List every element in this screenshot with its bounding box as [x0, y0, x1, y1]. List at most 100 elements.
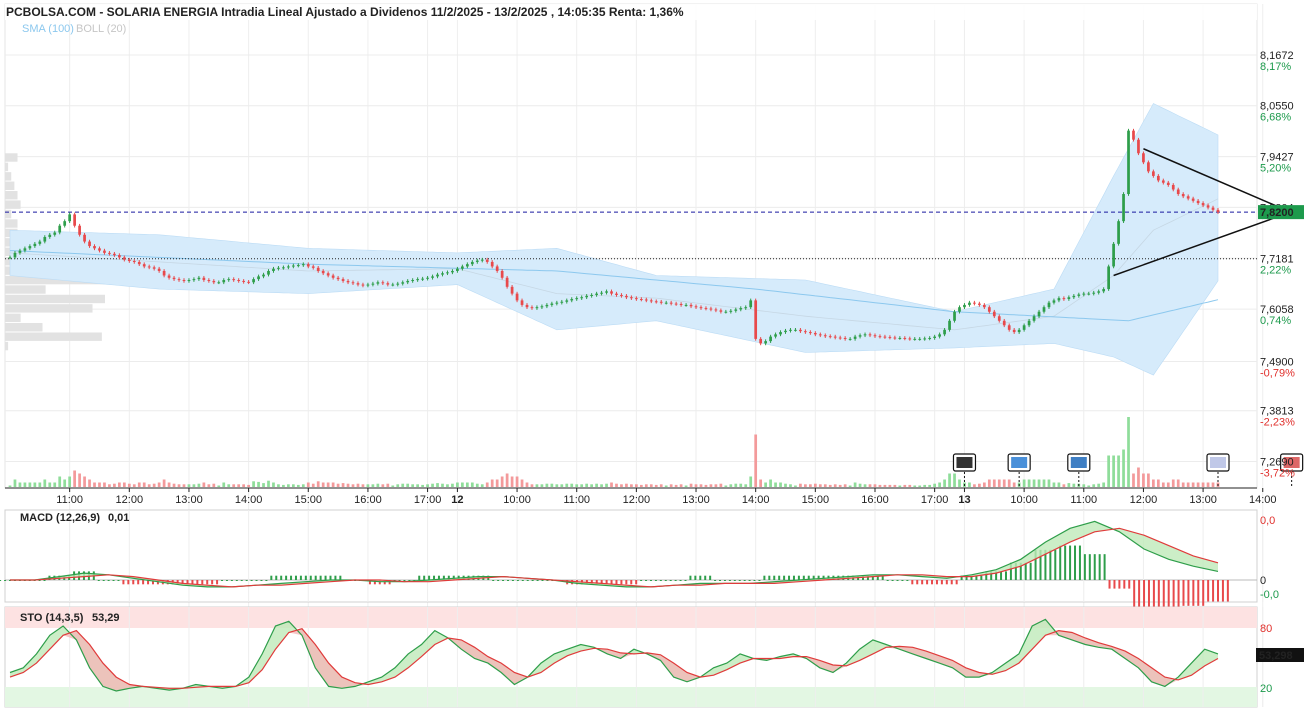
volume-bar [127, 483, 131, 487]
volume-bar [113, 483, 116, 487]
macd-histogram-bar [329, 575, 332, 580]
x-tick-label: 17:00 [414, 494, 442, 506]
sto-tick-80: 80 [1260, 623, 1272, 635]
candle-body [137, 261, 141, 265]
candle-body [456, 268, 459, 271]
volume-bar [137, 482, 141, 487]
candle-body [58, 225, 62, 233]
volume-bar [689, 483, 693, 487]
candle-body [928, 337, 932, 339]
volume-bar [162, 479, 166, 487]
candle-body [446, 272, 449, 274]
volume-profile-bar [5, 200, 21, 209]
volume-bar [1117, 455, 1120, 487]
volume-profile-bar [5, 294, 105, 304]
candle-body [679, 304, 683, 306]
volume-bar [525, 482, 529, 487]
candle-body [689, 304, 693, 307]
candle-body [217, 282, 221, 284]
candle-body [1017, 329, 1021, 333]
candle-body [1127, 130, 1130, 195]
candle-body [371, 283, 375, 285]
volume-bar [878, 484, 882, 487]
candle-body [505, 277, 509, 287]
volume-bar [659, 484, 663, 487]
macd-histogram-bar [674, 580, 677, 581]
volume-bar [217, 485, 221, 487]
macd-histogram-bar [699, 575, 702, 580]
candle-body [421, 278, 424, 280]
candle-body [968, 302, 971, 305]
candle-body [78, 225, 81, 235]
macd-histogram-bar [319, 575, 322, 580]
volume-bar [346, 483, 350, 487]
candle-body [858, 335, 862, 337]
volume-bar [257, 481, 260, 487]
volume-bar [749, 476, 753, 487]
volume-bar [848, 485, 852, 487]
volume-bar [301, 484, 305, 487]
candle-body [13, 252, 17, 258]
candle-body [863, 334, 867, 336]
volume-bar [600, 484, 603, 487]
candle-body [127, 259, 131, 262]
x-tick-label: 15:00 [802, 494, 830, 506]
macd-histogram-bar [664, 580, 667, 581]
volume-profile-bar [5, 153, 18, 162]
volume-profile-bar [5, 162, 9, 172]
x-tick-label: 14:00 [235, 494, 263, 506]
candle-body [659, 301, 663, 303]
macd-histogram-bar [531, 580, 534, 581]
macd-histogram-bar [896, 580, 899, 581]
volume-bar [356, 483, 360, 487]
candle-body [237, 280, 241, 282]
volume-bar [68, 476, 72, 487]
volume-bar [555, 484, 559, 487]
volume-bar [192, 484, 196, 487]
candle-body [162, 270, 166, 276]
volume-bar [1097, 483, 1101, 487]
candle-body [590, 294, 593, 296]
macd-histogram-bar [1024, 562, 1027, 580]
macd-histogram-bar [1064, 545, 1067, 580]
macd-histogram-bar [324, 575, 327, 580]
x-tick-label: 13:00 [682, 494, 710, 506]
candle-body [1082, 293, 1086, 295]
volume-bar [1161, 482, 1165, 487]
volume-bar [53, 482, 57, 487]
candle-body [451, 270, 454, 273]
candle-body [933, 336, 937, 338]
volume-bar [1142, 473, 1145, 487]
candle-body [222, 280, 226, 283]
volume-bar [649, 484, 653, 487]
volume-bar [227, 484, 231, 487]
volume-bar [928, 484, 932, 487]
macd-histogram-bar [625, 580, 628, 585]
volume-bar [376, 483, 380, 487]
volume-bar [550, 483, 554, 487]
volume-bar [973, 484, 976, 487]
candle-body [53, 232, 57, 235]
volume-bar [997, 479, 1001, 487]
volume-bar [212, 483, 216, 487]
candle-body [441, 273, 444, 275]
volume-profile-bar [5, 341, 9, 351]
volume-bar [495, 479, 499, 487]
sto-title: STO (14,3,5) [20, 612, 84, 624]
volume-bar [520, 479, 524, 487]
candle-body [272, 268, 275, 271]
candle-body [1102, 289, 1106, 292]
candle-body [515, 293, 519, 301]
volume-bar [1166, 482, 1170, 487]
macd-histogram-bar [1128, 580, 1131, 589]
macd-histogram-bar [694, 575, 697, 580]
volume-bar [804, 484, 807, 487]
macd-histogram-bar [4, 580, 7, 581]
macd-histogram-bar [916, 580, 919, 585]
candle-body [351, 282, 355, 284]
candle-body [1201, 203, 1205, 206]
candle-body [1037, 311, 1041, 317]
volume-bar [644, 484, 648, 487]
macd-histogram-bar [728, 580, 731, 581]
macd-histogram-bar [127, 580, 130, 585]
